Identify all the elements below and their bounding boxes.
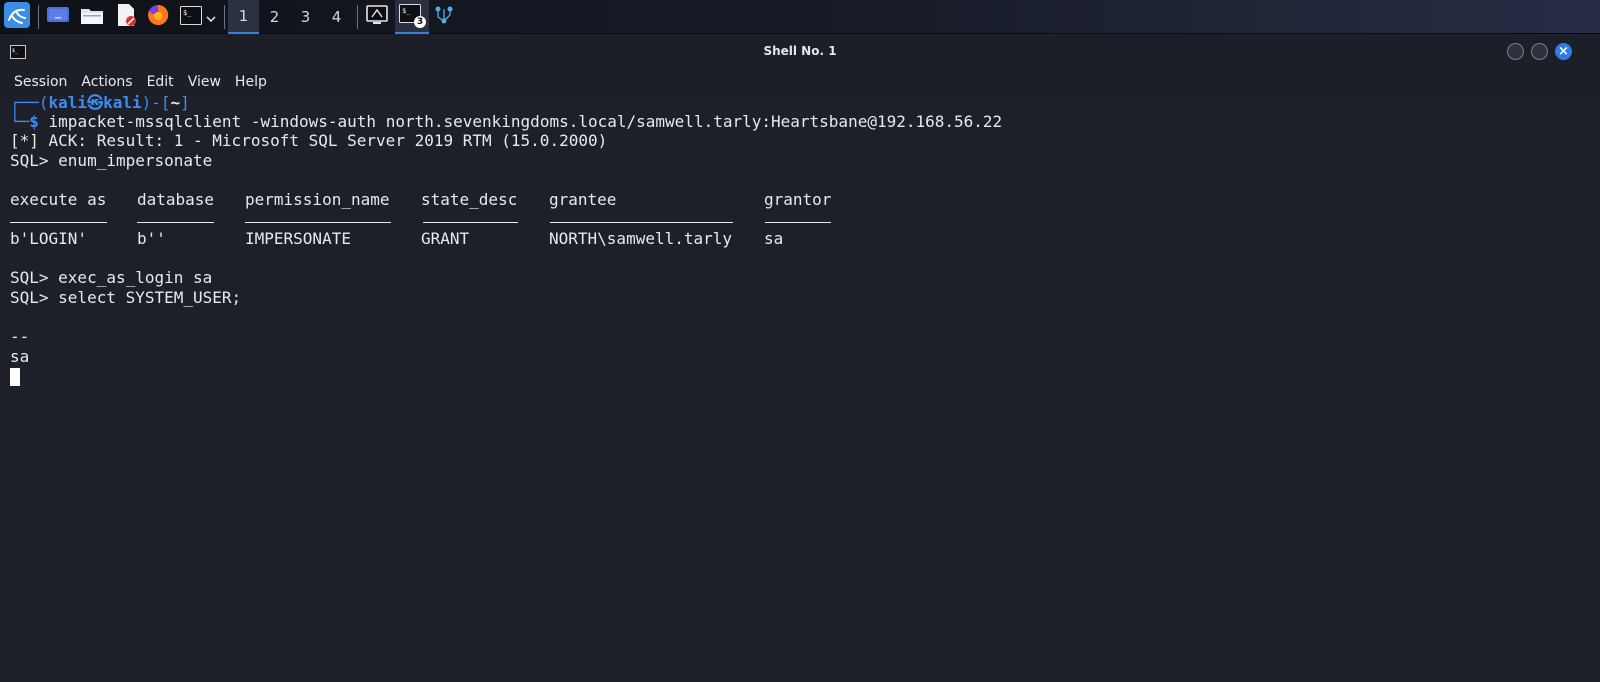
header-underline [423, 222, 518, 223]
kali-dragon-icon [4, 2, 30, 32]
terminal-output[interactable]: ┌──(kali㉿kali)-[~] └─$ impacket-mssqlcli… [0, 93, 1600, 682]
header-underline [245, 222, 391, 223]
taskbar-window-network[interactable] [432, 0, 456, 34]
show-desktop-button[interactable] [46, 0, 70, 34]
taskbar-window-terminal[interactable]: $_ 3 [395, 0, 429, 34]
table-cell: NORTH\samwell.tarly [549, 229, 733, 248]
firefox-icon [146, 3, 170, 31]
text-cursor [10, 368, 20, 386]
window-title: Shell No. 1 [763, 44, 837, 58]
panel-separator [357, 5, 358, 29]
terminal-icon: $_ [180, 5, 202, 29]
header-underline [550, 222, 733, 223]
table-header-grantor: grantor [764, 190, 832, 209]
menu-edit[interactable]: Edit [140, 74, 181, 90]
result-value: sa [10, 347, 30, 366]
ack-line: [*] ACK: Result: 1 - Microsoft SQL Serve… [10, 131, 608, 150]
firefox-button[interactable] [145, 0, 171, 34]
table-cell: IMPERSONATE [245, 229, 351, 248]
table-header-permission-name: permission_name [245, 190, 390, 209]
menu-session[interactable]: Session [0, 74, 74, 90]
text-editor-icon [115, 3, 137, 31]
file-manager-button[interactable] [79, 0, 105, 34]
table-cell: sa [764, 229, 784, 248]
menu-view[interactable]: View [181, 74, 228, 90]
menu-bar: Session Actions Edit View Help [0, 68, 1600, 96]
window-titlebar[interactable]: $_ Shell No. 1 × [0, 35, 1600, 68]
terminal-launcher-button[interactable]: $_ [178, 0, 204, 34]
close-button[interactable]: × [1555, 43, 1572, 60]
sql-command-select: SQL> select SYSTEM_USER; [10, 288, 242, 307]
command-text: impacket-mssqlclient -windows-auth north… [38, 112, 1003, 131]
table-header-execute-as: execute as [10, 190, 107, 209]
terminal-icon: $_ 3 [399, 4, 426, 28]
sql-command-exec: SQL> exec_as_login sa [10, 268, 213, 287]
sql-command-enum: SQL> enum_impersonate [10, 151, 213, 170]
svg-text:$_: $_ [183, 9, 192, 17]
workspace-4[interactable]: 4 [321, 0, 352, 34]
prompt-header: ┌──(kali㉿kali)-[~] [10, 93, 190, 112]
table-cell: b'LOGIN' [10, 229, 88, 248]
close-icon: × [1558, 44, 1569, 59]
kali-menu-button[interactable] [3, 0, 31, 34]
table-header-database: database [137, 190, 215, 209]
menu-actions[interactable]: Actions [74, 74, 139, 90]
menu-help[interactable]: Help [228, 74, 274, 90]
desktop-icon [47, 6, 69, 28]
text-editor-button[interactable] [113, 0, 139, 34]
header-underline [137, 222, 214, 223]
workspace-1[interactable]: 1 [228, 0, 259, 34]
taskbar-window-remmina[interactable] [363, 0, 391, 34]
launcher-dropdown[interactable] [204, 0, 218, 34]
svg-text:$_: $_ [402, 7, 411, 15]
minimize-button[interactable] [1507, 43, 1524, 60]
prompt-command-line: └─$ impacket-mssqlclient -windows-auth n… [10, 112, 1003, 131]
table-header-grantee: grantee [549, 190, 617, 209]
workspace-3[interactable]: 3 [290, 0, 321, 34]
top-panel: $_ 1 2 3 4 $_ 3 [0, 0, 1600, 34]
maximize-button[interactable] [1531, 43, 1548, 60]
header-underline [765, 222, 831, 223]
panel-separator [38, 5, 39, 29]
table-cell: b'' [137, 229, 166, 248]
folder-icon [80, 5, 104, 29]
workspace-2[interactable]: 2 [259, 0, 290, 34]
panel-separator [224, 5, 225, 29]
chevron-down-icon [206, 8, 216, 27]
table-cell: GRANT [421, 229, 470, 248]
table-header-state-desc: state_desc [421, 190, 518, 209]
network-graph-icon [434, 5, 454, 29]
window-count-badge: 3 [414, 16, 426, 28]
result-separator: -- [10, 327, 30, 346]
header-underline [10, 222, 107, 223]
monitor-icon [366, 5, 388, 29]
